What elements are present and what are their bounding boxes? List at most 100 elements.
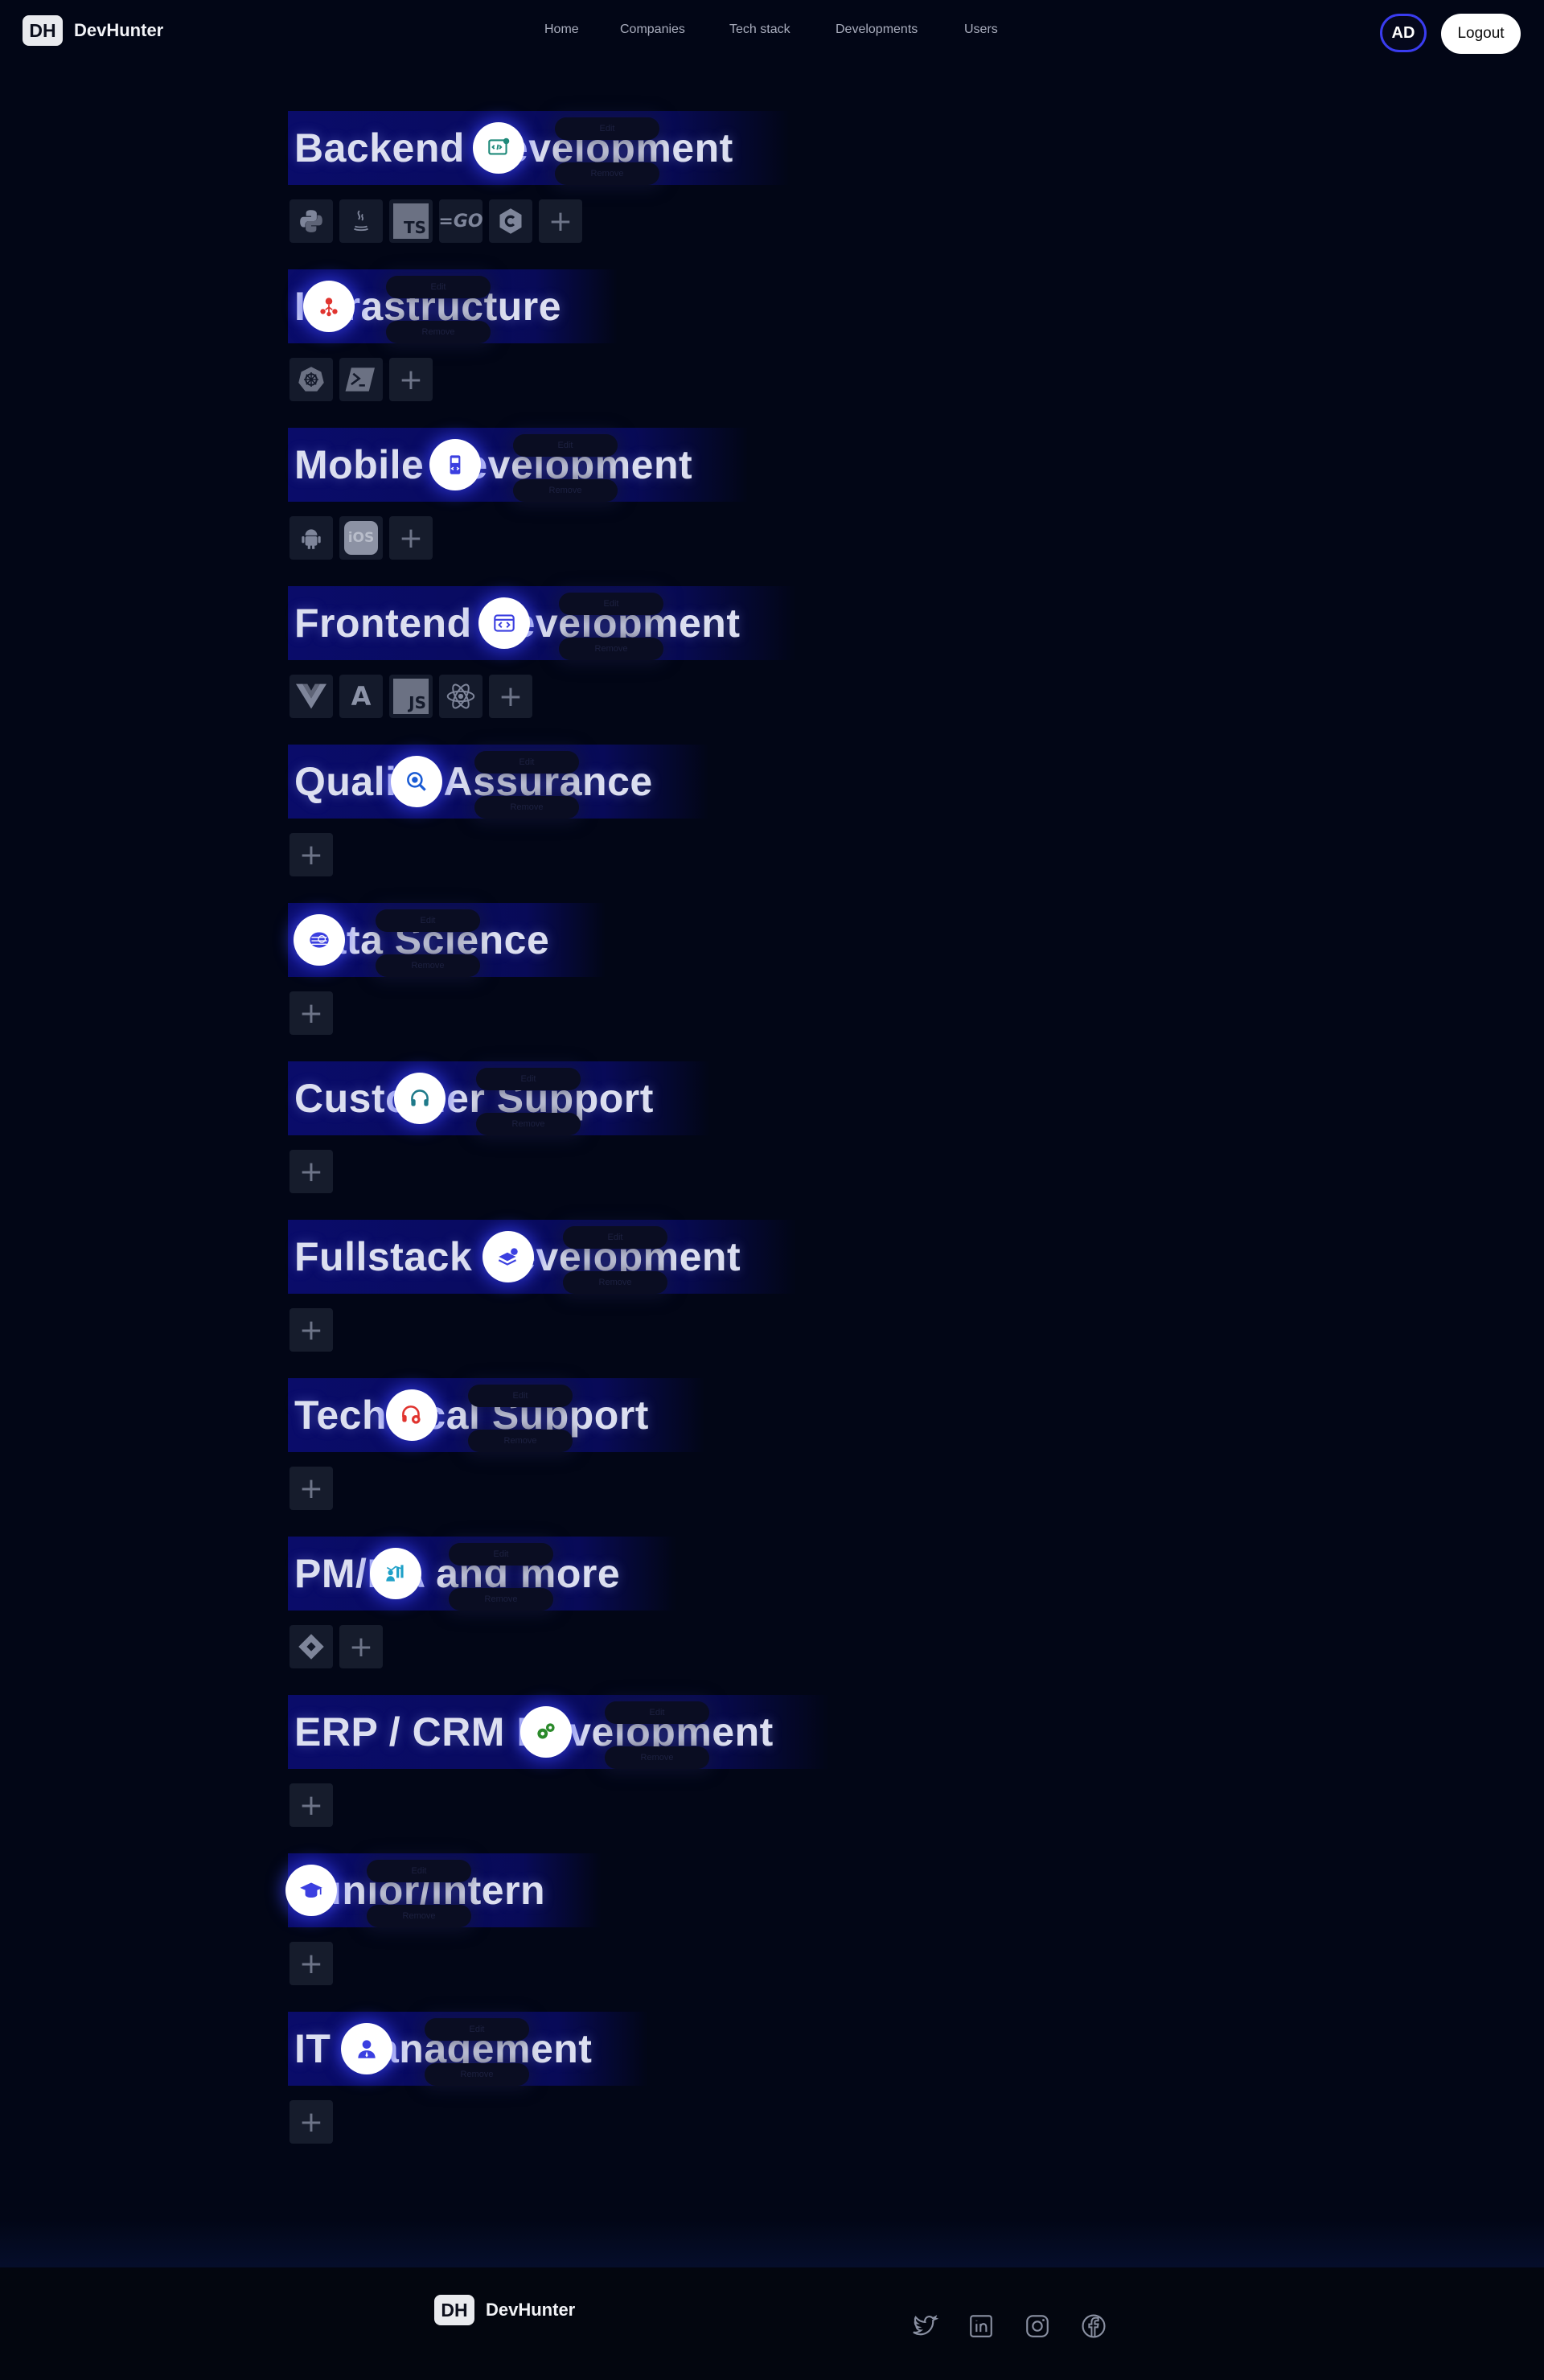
python-icon[interactable] [290, 199, 333, 243]
powershell-icon[interactable] [339, 358, 383, 401]
add-tech-button[interactable]: + [290, 1308, 333, 1352]
footer: DH DevHunter [0, 2267, 1544, 2380]
typescript-icon[interactable]: TS [389, 199, 433, 243]
development-card: ERP / CRM Development Edit Remove + [288, 1695, 1012, 1840]
add-tech-button[interactable]: + [290, 1942, 333, 1985]
edit-button[interactable]: Edit [563, 1226, 667, 1249]
jira-icon[interactable] [290, 1625, 333, 1668]
twitter-icon[interactable] [911, 2312, 938, 2340]
android-icon[interactable] [290, 516, 333, 560]
graduation-cap-icon [285, 1865, 337, 1916]
tech-stack-row: A JS + [290, 675, 532, 718]
add-tech-button[interactable]: + [389, 516, 433, 560]
development-card: Backend Development Edit Remove TS =GO + [288, 111, 1012, 256]
remove-button[interactable]: Remove [468, 1430, 573, 1452]
edit-button[interactable]: Edit [474, 751, 579, 774]
tech-stack-row: + [290, 2100, 333, 2144]
tech-stack-row: + [290, 358, 433, 401]
add-tech-button[interactable]: + [339, 1625, 383, 1668]
add-tech-button[interactable]: + [290, 1150, 333, 1193]
remove-button[interactable]: Remove [513, 479, 618, 502]
remove-button[interactable]: Remove [605, 1746, 709, 1769]
tech-stack-row: TS =GO + [290, 199, 582, 243]
remove-button[interactable]: Remove [563, 1271, 667, 1294]
nav-developments[interactable]: Developments [836, 23, 918, 37]
development-card: PM/BA and more Edit Remove + [288, 1537, 1012, 1681]
remove-button[interactable]: Remove [559, 638, 663, 660]
development-title: Quality Assurance [294, 759, 653, 804]
development-card: Junior/Intern Edit Remove + [285, 1853, 1012, 1998]
add-tech-button[interactable]: + [539, 199, 582, 243]
edit-button[interactable]: Edit [425, 2018, 529, 2041]
development-card: IT Management Edit Remove + [288, 2012, 1012, 2156]
add-tech-button[interactable]: + [290, 1783, 333, 1827]
remove-button[interactable]: Remove [555, 162, 659, 185]
remove-button[interactable]: Remove [476, 1113, 581, 1135]
add-tech-button[interactable]: + [290, 1467, 333, 1510]
nav-users[interactable]: Users [964, 23, 998, 37]
remove-button[interactable]: Remove [449, 1588, 553, 1611]
java-icon[interactable] [339, 199, 383, 243]
react-icon[interactable] [439, 675, 482, 718]
remove-button[interactable]: Remove [386, 321, 491, 343]
nav-companies[interactable]: Companies [620, 23, 685, 37]
edit-button[interactable]: Edit [376, 909, 480, 932]
add-tech-button[interactable]: + [290, 833, 333, 876]
edit-button[interactable]: Edit [605, 1701, 709, 1724]
development-card: Frontend Development Edit Remove A JS + [288, 586, 1012, 731]
javascript-icon[interactable]: JS [389, 675, 433, 718]
footer-logo[interactable]: DH DevHunter [434, 2295, 575, 2325]
footer-glow [0, 2219, 1544, 2267]
development-card: Data Science Edit Remove + [288, 903, 1012, 1048]
angular-icon[interactable]: A [339, 675, 383, 718]
linkedin-icon[interactable] [967, 2312, 995, 2340]
kubernetes-icon[interactable] [290, 358, 333, 401]
headset-icon [394, 1073, 446, 1124]
facebook-icon[interactable] [1080, 2312, 1107, 2340]
remove-button[interactable]: Remove [367, 1905, 471, 1927]
edit-button[interactable]: Edit [559, 593, 663, 615]
logout-button[interactable]: Logout [1441, 14, 1521, 54]
csharp-icon[interactable] [489, 199, 532, 243]
tech-stack-row: + [290, 1150, 333, 1193]
instagram-icon[interactable] [1024, 2312, 1051, 2340]
edit-button[interactable]: Edit [367, 1860, 471, 1882]
tech-stack-row: + [290, 991, 333, 1035]
remove-button[interactable]: Remove [376, 954, 480, 977]
footer-app-name: DevHunter [486, 2300, 576, 2320]
development-card: Mobile Development Edit Remove iOS + [288, 428, 1012, 572]
main-nav: Home Companies Tech stack Developments U… [0, 23, 1544, 42]
tech-stack-row: + [290, 1467, 333, 1510]
edit-button[interactable]: Edit [468, 1385, 573, 1407]
remove-button[interactable]: Remove [425, 2063, 529, 2086]
tech-stack-row: + [290, 1783, 333, 1827]
add-tech-button[interactable]: + [489, 675, 532, 718]
remove-button[interactable]: Remove [474, 796, 579, 819]
edit-button[interactable]: Edit [386, 276, 491, 298]
tech-stack-row: + [290, 1625, 383, 1668]
add-tech-button[interactable]: + [290, 2100, 333, 2144]
vue-icon[interactable] [290, 675, 333, 718]
edit-button[interactable]: Edit [476, 1068, 581, 1090]
development-card: Infrastructure Edit Remove + [288, 269, 1012, 414]
edit-button[interactable]: Edit [513, 434, 618, 457]
development-title: Customer Support [294, 1076, 654, 1121]
browser-code-icon [478, 597, 530, 649]
analytics-team-icon [370, 1548, 421, 1599]
development-card: Customer Support Edit Remove + [288, 1061, 1012, 1206]
code-gear-icon [473, 122, 524, 174]
headset-gear-icon [386, 1389, 437, 1441]
nav-home[interactable]: Home [544, 23, 579, 37]
add-tech-button[interactable]: + [389, 358, 433, 401]
development-title-bar: Frontend Development [288, 586, 797, 660]
edit-button[interactable]: Edit [449, 1543, 553, 1565]
development-title: Mobile Development [294, 442, 693, 487]
add-tech-button[interactable]: + [290, 991, 333, 1035]
user-avatar[interactable]: AD [1380, 14, 1427, 52]
ios-icon[interactable]: iOS [339, 516, 383, 560]
edit-button[interactable]: Edit [555, 117, 659, 140]
nav-tech-stack[interactable]: Tech stack [729, 23, 790, 37]
go-icon[interactable]: =GO [438, 199, 483, 243]
development-title-bar: Backend Development [288, 111, 790, 185]
tech-stack-row: + [290, 833, 333, 876]
